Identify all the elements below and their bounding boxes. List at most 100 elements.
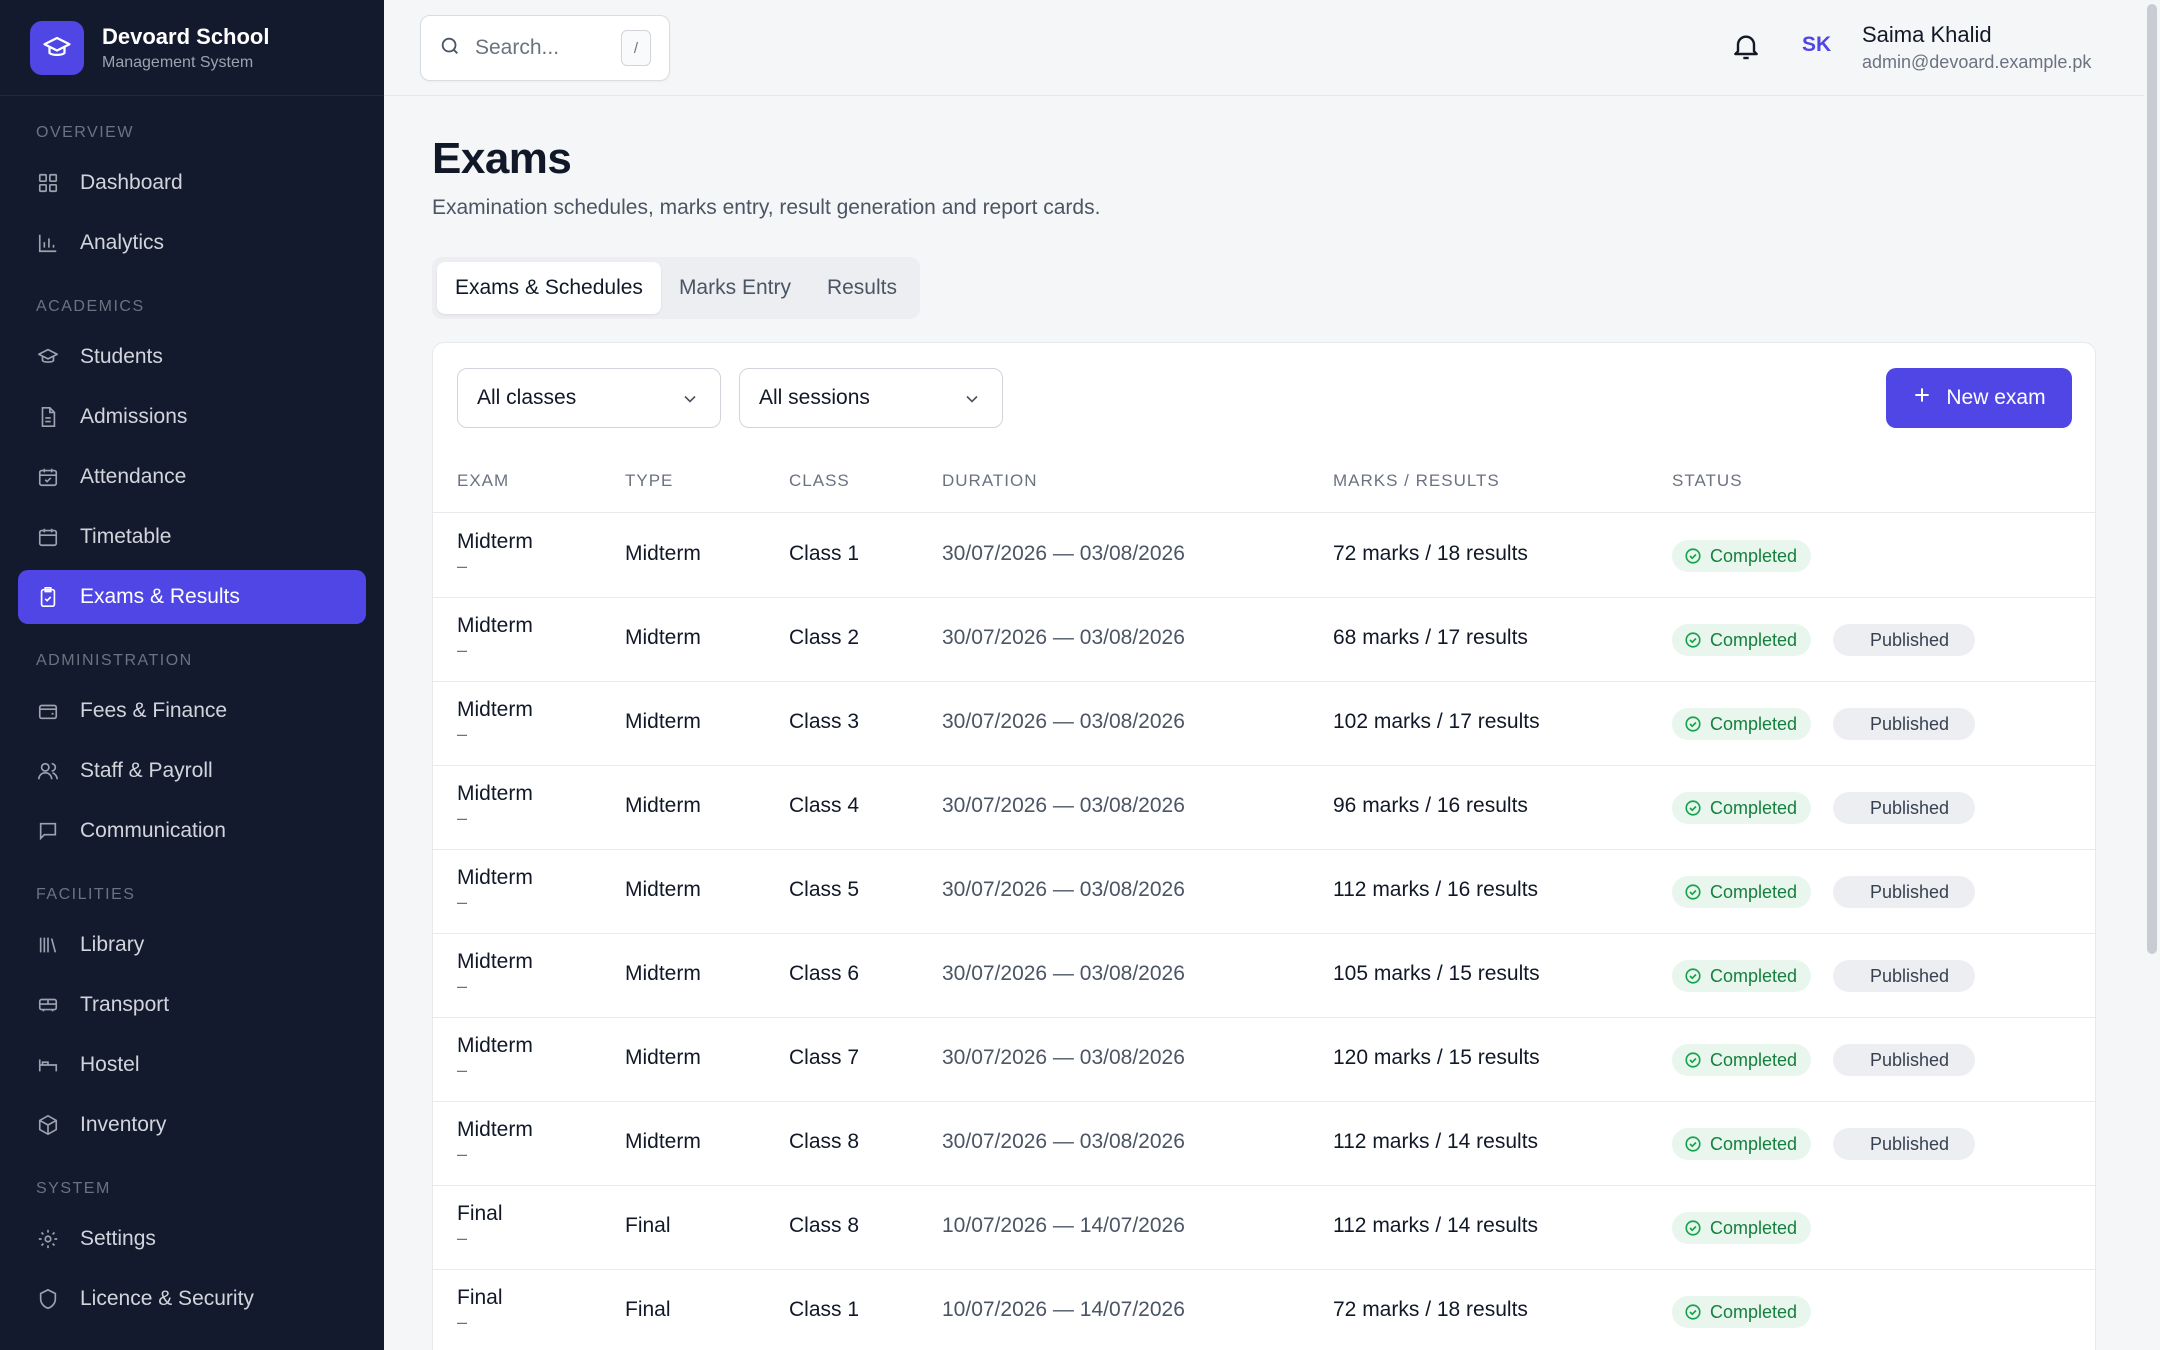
status-badge: Completed [1672, 708, 1812, 740]
sidebar-item-timetable[interactable]: Timetable [18, 510, 366, 564]
check-circle-icon [1684, 1303, 1702, 1321]
exam-name[interactable]: Midterm [457, 614, 533, 638]
new-exam-button[interactable]: New exam [1886, 368, 2072, 428]
exam-class: Class 7 [789, 1046, 860, 1069]
sidebar-item-licence-security[interactable]: Licence & Security [18, 1272, 366, 1326]
status-badge: Completed [1672, 792, 1812, 824]
sidebar-item-settings[interactable]: Settings [18, 1212, 366, 1266]
session-select-value: All sessions [759, 386, 870, 409]
nav-section-title: ACADEMICS [36, 298, 145, 315]
published-badge: Published [1833, 1128, 1975, 1160]
scrollbar[interactable] [2144, 0, 2160, 1350]
sidebar-item-staff-payroll[interactable]: Staff & Payroll [18, 744, 366, 798]
table-row[interactable]: Midterm – Midterm Class 1 30/07/2026 — 03/08… [433, 514, 2095, 598]
status-badge: Completed [1672, 1296, 1812, 1328]
exam-class: Class 6 [789, 962, 860, 985]
sidebar-item-label: Settings [80, 1227, 156, 1250]
search-input[interactable]: Search... / [420, 15, 670, 81]
exam-class: Class 1 [789, 1298, 860, 1321]
status-badge-label: Completed [1710, 965, 1798, 986]
sidebar-item-admissions[interactable]: Admissions [18, 390, 366, 444]
scrollbar-thumb[interactable] [2147, 4, 2157, 954]
sidebar-item-analytics[interactable]: Analytics [18, 216, 366, 270]
exam-name[interactable]: Midterm [457, 782, 533, 806]
shield-icon [36, 1287, 60, 1311]
exam-name[interactable]: Midterm [457, 1118, 533, 1142]
table-row[interactable]: Midterm – Midterm Class 3 30/07/2026 — 03/08… [433, 682, 2095, 766]
exam-subtitle: – [457, 1228, 468, 1248]
exam-marks-results: 112 marks / 14 results [1333, 1130, 1539, 1153]
status-badge-label: Completed [1710, 545, 1798, 566]
sidebar-item-hostel[interactable]: Hostel [18, 1038, 366, 1092]
table-row[interactable]: Midterm – Midterm Class 6 30/07/2026 — 03/08… [433, 934, 2095, 1018]
exam-name[interactable]: Midterm [457, 950, 533, 974]
tab-results[interactable]: Results [809, 262, 915, 314]
plus-icon [1912, 385, 1932, 411]
avatar[interactable]: SK [1802, 33, 1831, 57]
table-header: EXAM TYPE CLASS DURATION MARKS / RESULTS… [433, 471, 2095, 513]
exam-type: Midterm [625, 878, 701, 901]
exam-name[interactable]: Midterm [457, 698, 533, 722]
sidebar-item-label: Dashboard [80, 171, 183, 194]
sidebar-item-label: Timetable [80, 525, 172, 548]
tab-marks-entry[interactable]: Marks Entry [661, 262, 809, 314]
column-header-marks-results[interactable]: MARKS / RESULTS [1333, 471, 1500, 491]
sidebar-item-library[interactable]: Library [18, 918, 366, 972]
tab-list: Exams & Schedules Marks Entry Results [432, 257, 920, 319]
table-row[interactable]: Final – Final Class 1 10/07/2026 — 14/07/202… [433, 1270, 2095, 1350]
exam-class: Class 1 [789, 542, 860, 565]
sidebar-item-label: Hostel [80, 1053, 140, 1076]
sidebar-item-label: Students [80, 345, 163, 368]
page-subtitle: Examination schedules, marks entry, resu… [432, 196, 1101, 219]
brand[interactable]: Devoard School Management System [0, 0, 384, 96]
exam-name[interactable]: Midterm [457, 1034, 533, 1058]
column-header-class[interactable]: CLASS [789, 471, 850, 491]
exam-type: Midterm [625, 1130, 701, 1153]
table-row[interactable]: Midterm – Midterm Class 4 30/07/2026 — 03/08… [433, 766, 2095, 850]
sidebar-item-attendance[interactable]: Attendance [18, 450, 366, 504]
table-row[interactable]: Midterm – Midterm Class 5 30/07/2026 — 03/08… [433, 850, 2095, 934]
table-row[interactable]: Midterm – Midterm Class 2 30/07/2026 — 03/08… [433, 598, 2095, 682]
sidebar-item-students[interactable]: Students [18, 330, 366, 384]
class-select[interactable]: All classes [457, 368, 721, 428]
column-header-duration[interactable]: DURATION [942, 471, 1038, 491]
exam-type: Midterm [625, 626, 701, 649]
sidebar-item-label: Analytics [80, 231, 165, 254]
check-circle-icon [1684, 1135, 1702, 1153]
sidebar-item-transport[interactable]: Transport [18, 978, 366, 1032]
exam-type: Final [625, 1214, 671, 1237]
session-select[interactable]: All sessions [739, 368, 1003, 428]
column-header-status[interactable]: STATUS [1672, 471, 1743, 491]
tab-exams-schedules[interactable]: Exams & Schedules [437, 262, 661, 314]
table-row[interactable]: Midterm – Midterm Class 7 30/07/2026 — 03/08… [433, 1018, 2095, 1102]
exam-type: Midterm [625, 794, 701, 817]
nav-section-facilities: FACILITIES Library Transport Hostel Inve… [0, 886, 384, 1152]
exam-class: Class 8 [789, 1214, 860, 1237]
exam-name[interactable]: Midterm [457, 866, 533, 890]
sidebar-item-fees-finance[interactable]: Fees & Finance [18, 684, 366, 738]
status-badge: Completed [1672, 624, 1812, 656]
sidebar-item-exams-results[interactable]: Exams & Results [18, 570, 366, 624]
nav-section-system: SYSTEM Settings Licence & Security [0, 1180, 384, 1326]
status-badge-label: Completed [1710, 629, 1798, 650]
published-badge: Published [1833, 792, 1975, 824]
user-menu[interactable]: Saima Khalid admin@devoard.example.pk [1862, 22, 2091, 73]
published-badge: Published [1833, 960, 1975, 992]
exam-name[interactable]: Midterm [457, 530, 533, 554]
nav-section-title: FACILITIES [36, 886, 136, 903]
wallet-icon [36, 699, 60, 723]
column-header-exam[interactable]: EXAM [457, 471, 509, 491]
sidebar-item-label: Licence & Security [80, 1287, 254, 1310]
table-row[interactable]: Midterm – Midterm Class 8 30/07/2026 — 03/08… [433, 1102, 2095, 1186]
exam-name[interactable]: Final [457, 1286, 503, 1310]
sidebar-item-inventory[interactable]: Inventory [18, 1098, 366, 1152]
table-row[interactable]: Final – Final Class 8 10/07/2026 — 14/07/202… [433, 1186, 2095, 1270]
bell-icon[interactable] [1730, 30, 1766, 66]
sidebar-item-label: Admissions [80, 405, 188, 428]
column-header-type[interactable]: TYPE [625, 471, 673, 491]
sidebar-item-communication[interactable]: Communication [18, 804, 366, 858]
exam-name[interactable]: Final [457, 1202, 503, 1226]
sidebar-item-dashboard[interactable]: Dashboard [18, 156, 366, 210]
calendar-check-icon [36, 465, 60, 489]
exam-class: Class 5 [789, 878, 860, 901]
